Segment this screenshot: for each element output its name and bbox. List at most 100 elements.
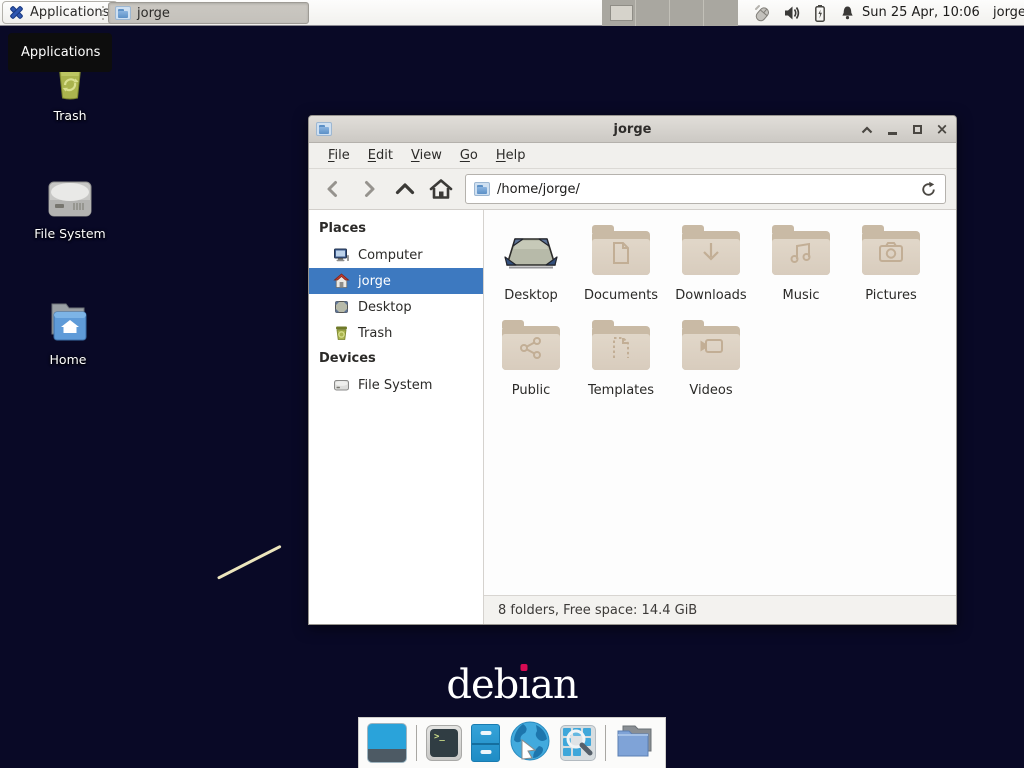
sidebar-item-computer[interactable]: Computer: [309, 242, 483, 268]
file-item-desktop[interactable]: Desktop: [486, 219, 576, 314]
file-manager-window: jorge × File Edit View Go Help: [308, 115, 957, 625]
maximize-button[interactable]: [909, 122, 925, 138]
desktop: Applications jorge: [0, 0, 1024, 768]
file-label: Public: [486, 383, 576, 398]
sidebar-header-devices: Devices: [309, 346, 483, 372]
file-manager-icon[interactable]: [471, 724, 500, 762]
desktop-icon-file-system[interactable]: File System: [20, 170, 120, 241]
harddrive-icon: [333, 377, 350, 393]
menu-file[interactable]: File: [319, 145, 359, 166]
minimize-button[interactable]: [884, 122, 900, 138]
taskbar-window-label: jorge: [137, 6, 170, 21]
videos-folder-icon: [682, 326, 740, 370]
show-desktop-icon[interactable]: [367, 723, 407, 763]
documents-folder-icon: [592, 231, 650, 275]
desktop-icon-label: Home: [18, 352, 118, 367]
file-item-videos[interactable]: Videos: [666, 314, 756, 409]
trash-icon: [333, 325, 350, 341]
pictures-folder-icon: [862, 231, 920, 275]
folder-window-icon[interactable]: [615, 723, 655, 763]
computer-icon: [333, 247, 350, 263]
panel-handle: [102, 6, 105, 20]
home-folder-icon: [18, 296, 118, 346]
sidebar-item-label: File System: [358, 378, 432, 393]
battery-icon[interactable]: [812, 4, 828, 23]
workspace-3[interactable]: [670, 0, 704, 26]
sidebar-item-label: Desktop: [358, 300, 412, 315]
file-view[interactable]: Desktop Documents: [484, 210, 956, 624]
location-bar[interactable]: /home/jorge/: [465, 174, 946, 204]
workspace-2[interactable]: [636, 0, 670, 26]
file-label: Videos: [666, 383, 756, 398]
file-grid: Desktop Documents: [486, 219, 938, 409]
desktop-special-icon: [503, 229, 559, 279]
dock-separator: [416, 725, 417, 761]
harddrive-icon: [20, 170, 120, 220]
sidebar-item-jorge[interactable]: jorge: [309, 268, 483, 294]
terminal-icon[interactable]: >_: [426, 725, 462, 761]
location-path[interactable]: /home/jorge/: [497, 182, 913, 197]
file-item-downloads[interactable]: Downloads: [666, 219, 756, 314]
menubar: File Edit View Go Help: [309, 143, 956, 169]
close-button[interactable]: ×: [934, 122, 950, 138]
user-home-icon: [333, 273, 350, 289]
file-label: Documents: [576, 288, 666, 303]
panel-clock[interactable]: Sun 25 Apr, 10:06: [862, 0, 980, 26]
notifications-bell-icon[interactable]: [839, 4, 856, 22]
up-button[interactable]: [387, 174, 423, 204]
file-item-public[interactable]: Public: [486, 314, 576, 409]
file-item-music[interactable]: Music: [756, 219, 846, 314]
menu-view[interactable]: View: [402, 145, 451, 166]
window-controls: ×: [859, 116, 950, 143]
sidebar-item-label: Computer: [358, 248, 423, 263]
desktop-icon-home[interactable]: Home: [18, 296, 118, 367]
folder-icon: [474, 182, 490, 196]
file-item-templates[interactable]: Templates: [576, 314, 666, 409]
templates-folder-icon: [592, 326, 650, 370]
window-titlebar[interactable]: jorge ×: [309, 116, 956, 143]
stray-line-artifact: [217, 545, 282, 580]
shade-button[interactable]: [859, 122, 875, 138]
toolbar: /home/jorge/: [309, 169, 956, 210]
file-item-documents[interactable]: Documents: [576, 219, 666, 314]
file-item-pictures[interactable]: Pictures: [846, 219, 936, 314]
sidebar-item-desktop[interactable]: Desktop: [309, 294, 483, 320]
panel-username[interactable]: jorge: [993, 0, 1024, 26]
sidebar-item-label: Trash: [358, 326, 392, 341]
applications-menu-label: Applications: [30, 5, 109, 20]
menu-edit[interactable]: Edit: [359, 145, 402, 166]
file-label: Pictures: [846, 288, 936, 303]
menu-go[interactable]: Go: [451, 145, 487, 166]
file-label: Desktop: [486, 288, 576, 303]
xfce-logo-icon: [9, 5, 24, 20]
sidebar: Places Computer: [309, 210, 484, 624]
workspace-4[interactable]: [704, 0, 738, 26]
workspace-switcher: [602, 0, 738, 26]
volume-icon[interactable]: [783, 4, 801, 22]
window-content: Places Computer: [309, 210, 956, 624]
system-tray: [748, 0, 856, 26]
file-label: Templates: [576, 383, 666, 398]
applications-menu-button[interactable]: Applications: [2, 1, 118, 24]
workspace-1[interactable]: [602, 0, 636, 26]
forward-button[interactable]: [351, 174, 387, 204]
application-finder-icon[interactable]: [560, 725, 596, 761]
dock: >_: [358, 717, 666, 768]
menu-help[interactable]: Help: [487, 145, 535, 166]
web-browser-icon[interactable]: [509, 720, 551, 766]
file-label: Downloads: [666, 288, 756, 303]
sidebar-header-places: Places: [309, 216, 483, 242]
sidebar-item-trash[interactable]: Trash: [309, 320, 483, 346]
public-folder-icon: [502, 326, 560, 370]
reload-button[interactable]: [920, 181, 937, 198]
home-button[interactable]: [423, 174, 459, 204]
sidebar-item-file-system[interactable]: File System: [309, 372, 483, 398]
folder-icon: [115, 6, 131, 20]
desktop-icon-label: Trash: [20, 108, 120, 123]
back-button[interactable]: [315, 174, 351, 204]
sidebar-item-label: jorge: [358, 274, 391, 289]
mouse-device-icon[interactable]: [752, 3, 772, 23]
taskbar-window-button[interactable]: jorge: [108, 2, 309, 24]
desktop-icon-label: File System: [20, 226, 120, 241]
file-label: Music: [756, 288, 846, 303]
